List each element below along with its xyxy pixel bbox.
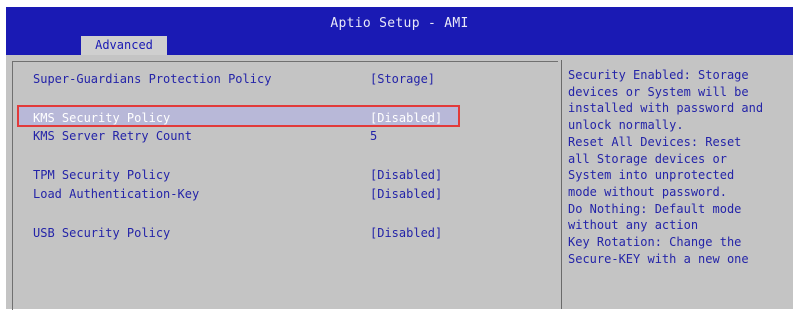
setting-label: KMS Server Retry Count <box>33 129 192 143</box>
bios-screen: Aptio Setup - AMI Advanced Super-Guardia… <box>0 0 795 311</box>
setting-value: [Storage] <box>370 72 436 86</box>
setting-row-usb-security-policy[interactable]: USB Security Policy [Disabled] <box>13 224 558 242</box>
settings-panel: Super-Guardians Protection Policy [Stora… <box>12 61 558 310</box>
help-line: unlock normally. <box>568 118 684 133</box>
help-line: Secure-KEY with a new one <box>568 251 749 266</box>
setting-value: [Disabled] <box>370 226 443 240</box>
setting-label: USB Security Policy <box>33 226 171 240</box>
help-line: Key Rotation: Change the <box>568 235 742 250</box>
setting-label: TPM Security Policy <box>33 168 171 182</box>
setting-row-kms-retry-count[interactable]: KMS Server Retry Count 5 <box>13 127 558 145</box>
setting-row-kms-security-policy[interactable]: KMS Security Policy [Disabled] <box>13 109 558 127</box>
setting-row-super-guardians[interactable]: Super-Guardians Protection Policy [Stora… <box>13 70 558 88</box>
help-line: Do Nothing: Default mode <box>568 201 742 216</box>
help-line: all Storage devices or <box>568 151 727 166</box>
setting-value: [Disabled] <box>370 187 443 201</box>
setting-label: Super-Guardians Protection Policy <box>33 72 272 86</box>
setting-value: [Disabled] <box>370 168 443 182</box>
setting-value: [Disabled] <box>370 111 443 125</box>
setting-label: Load Authentication-Key <box>33 187 200 201</box>
help-line: installed with password and <box>568 101 764 116</box>
help-line: System into unprotected <box>568 168 735 183</box>
window-title: Aptio Setup - AMI <box>330 16 469 31</box>
help-line: Security Enabled: Storage <box>568 68 749 82</box>
header-bar: Aptio Setup - AMI Advanced <box>6 7 793 55</box>
panel-divider <box>561 60 562 309</box>
setting-row-tpm-security-policy[interactable]: TPM Security Policy [Disabled] <box>13 166 558 184</box>
setting-value: 5 <box>370 129 378 143</box>
help-line: Reset All Devices: Reset <box>568 134 742 149</box>
help-panel: Security Enabled: Storage devices or Sys… <box>568 67 790 267</box>
tab-advanced[interactable]: Advanced <box>81 36 167 55</box>
setting-label: KMS Security Policy <box>33 111 171 125</box>
help-line: mode without password. <box>568 184 727 199</box>
setting-row-load-auth-key[interactable]: Load Authentication-Key [Disabled] <box>13 185 558 203</box>
help-line: devices or System will be <box>568 84 749 99</box>
help-line: without any action <box>568 218 699 233</box>
settings-body: Super-Guardians Protection Policy [Stora… <box>6 55 793 310</box>
